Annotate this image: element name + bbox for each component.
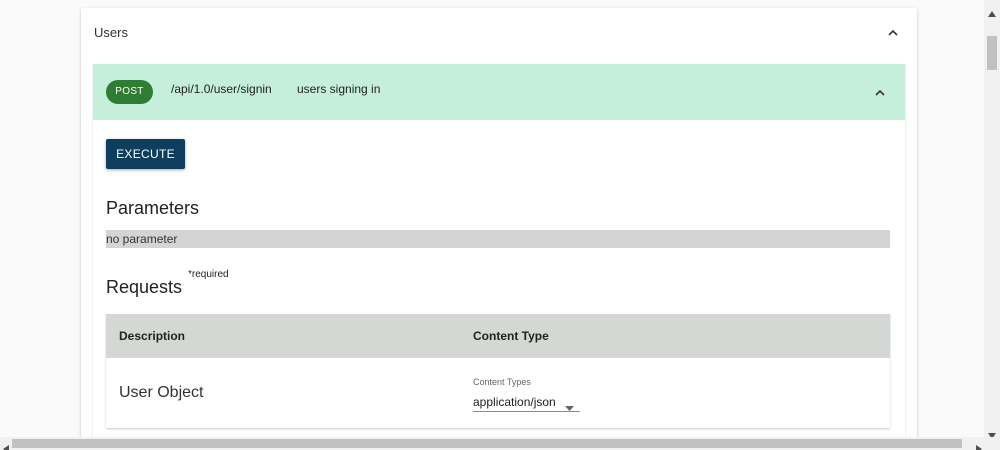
operation-path: /api/1.0/user/signin	[171, 82, 272, 96]
method-badge: POST	[106, 80, 153, 104]
requests-title: Requests	[106, 277, 183, 297]
parameters-title: Parameters	[106, 198, 200, 218]
content-types-label: Content Types	[473, 377, 531, 387]
chevron-up-icon[interactable]	[875, 88, 885, 98]
requests-table: Description Content Type User Object Con…	[106, 314, 890, 428]
scroll-up-arrow-icon[interactable]	[988, 4, 996, 22]
scroll-right-arrow-icon[interactable]	[976, 440, 982, 450]
vertical-scrollbar[interactable]	[984, 0, 1000, 439]
table-header-row: Description Content Type	[106, 314, 890, 358]
users-tag-card: Users POST /api/1.0/user/signin users si…	[81, 8, 917, 450]
chevron-up-icon[interactable]	[888, 28, 898, 38]
tag-title: Users	[94, 25, 128, 40]
column-header-content-type: Content Type	[473, 329, 549, 343]
operation-block: POST /api/1.0/user/signin users signing …	[93, 64, 905, 450]
horizontal-scroll-thumb[interactable]	[12, 439, 962, 448]
operation-summary[interactable]: POST /api/1.0/user/signin users signing …	[93, 64, 905, 120]
scroll-left-arrow-icon[interactable]	[3, 440, 9, 450]
content-type-value: application/json	[473, 395, 556, 409]
content-type-select[interactable]: application/json	[473, 392, 580, 412]
column-header-description: Description	[119, 329, 186, 343]
operation-summary-text: users signing in	[297, 82, 381, 96]
vertical-scroll-thumb[interactable]	[987, 36, 997, 70]
required-note: *required	[188, 269, 229, 280]
caret-down-icon	[565, 400, 574, 414]
horizontal-scrollbar[interactable]	[0, 437, 1000, 450]
request-description: User Object	[119, 384, 204, 401]
no-parameter-text: no parameter	[106, 230, 890, 248]
users-tag-header[interactable]: Users	[81, 8, 917, 58]
execute-button[interactable]: EXECUTE	[106, 139, 185, 169]
viewport: Users POST /api/1.0/user/signin users si…	[0, 0, 1000, 450]
